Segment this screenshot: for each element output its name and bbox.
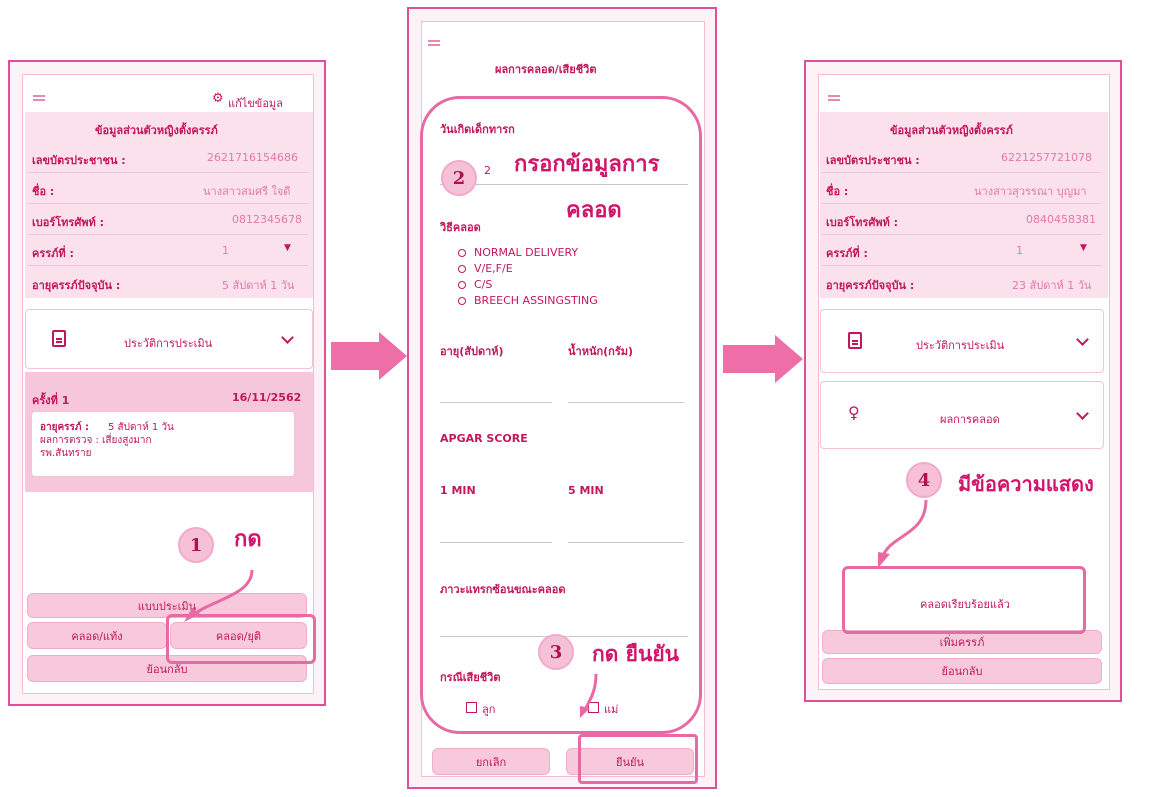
phone-label: เบอร์โทรศัพท์ : <box>826 216 899 229</box>
menu-icon[interactable] <box>33 95 45 97</box>
step-3-badge: 3 <box>538 634 574 670</box>
name-label: ชื่อ : <box>826 185 849 198</box>
phone-value: 0840458381 <box>1026 213 1096 226</box>
menu-icon[interactable] <box>428 40 440 42</box>
id-value: 6221257721078 <box>1001 151 1092 164</box>
pregnancy-no-label: ครรภ์ที่ : <box>32 247 74 260</box>
document-icon <box>52 330 66 347</box>
back-button[interactable]: ย้อนกลับ <box>822 658 1102 684</box>
settings-icon[interactable]: ⚙ <box>212 91 224 106</box>
abortion-button[interactable]: คลอด/แท้ง <box>27 622 167 649</box>
birth-result-label: ผลการคลอด <box>940 413 1000 426</box>
id-label: เลขบัตรประชาชน : <box>32 154 126 167</box>
dropdown-icon[interactable]: ▼ <box>284 243 291 253</box>
edit-profile-link[interactable]: แก้ไขข้อมูล <box>228 94 283 112</box>
flow-arrow-1-head <box>379 332 407 380</box>
step-1-text: กด <box>234 526 262 552</box>
name-value: นางสาวสุวรรณา บุญมา <box>974 185 1087 198</box>
step-4-arrow <box>878 499 928 568</box>
ga-value: 23 สัปดาห์ 1 วัน <box>1012 279 1092 292</box>
visit-date: 16/11/2562 <box>232 391 302 404</box>
menu-icon[interactable] <box>828 95 840 97</box>
section-title: ข้อมูลส่วนตัวหญิงตั้งครรภ์ <box>890 124 1013 137</box>
phone-value: 0812345678 <box>232 213 302 226</box>
flow-arrow-1 <box>331 342 379 370</box>
step-2-badge: 2 <box>441 160 477 196</box>
flow-arrow-2 <box>723 345 775 373</box>
name-label: ชื่อ : <box>32 185 55 198</box>
step-1-arrow <box>184 569 254 622</box>
pregnancy-no-select[interactable]: 1 <box>1016 244 1023 257</box>
highlight-message <box>842 566 1086 634</box>
pregnancy-no-label: ครรภ์ที่ : <box>826 247 868 260</box>
profile-section <box>25 112 313 298</box>
document-icon <box>848 332 862 349</box>
step-1-badge: 1 <box>178 527 214 563</box>
step-3-text: กด ยืนยัน <box>592 641 679 666</box>
name-value: นางสาวสมศรี ใจดี <box>203 185 291 198</box>
step-2-text-line2: คลอด <box>566 197 622 223</box>
flow-arrow-2-head <box>775 335 803 383</box>
history-label: ประวัติการประเมิน <box>916 339 1005 352</box>
id-value: 2621716154686 <box>207 151 298 164</box>
visit-label: ครั้งที่ 1 <box>32 394 70 407</box>
baby-icon: ♀ <box>848 403 860 422</box>
profile-section <box>820 112 1108 298</box>
phone-label: เบอร์โทรศัพท์ : <box>32 216 105 229</box>
history-label: ประวัติการประเมิน <box>124 337 213 350</box>
form-title: ผลการคลอด/เสียชีวิต <box>495 63 597 76</box>
visit-hospital: รพ.สันทราย <box>40 448 92 459</box>
ga-label: อายุครรภ์ปัจจุบัน : <box>32 279 121 292</box>
step-3-arrow <box>580 673 598 718</box>
id-label: เลขบัตรประชาชน : <box>826 154 920 167</box>
ga-label: อายุครรภ์ปัจจุบัน : <box>826 279 915 292</box>
pregnancy-no-select[interactable]: 1 <box>222 244 229 257</box>
section-title: ข้อมูลส่วนตัวหญิงตั้งครรภ์ <box>95 124 218 137</box>
step-4-badge: 4 <box>906 462 942 498</box>
visit-result-value: เสี่ยงสูงมาก <box>102 435 152 446</box>
step-2-text-line1: กรอกข้อมูลการ <box>514 151 660 177</box>
ga-value: 5 สัปดาห์ 1 วัน <box>222 279 295 292</box>
step-4-text: มีข้อความแสดง <box>958 472 1094 496</box>
dropdown-icon[interactable]: ▼ <box>1080 243 1087 253</box>
cancel-button[interactable]: ยกเลิก <box>432 748 550 775</box>
highlight-confirm-button <box>578 734 698 784</box>
